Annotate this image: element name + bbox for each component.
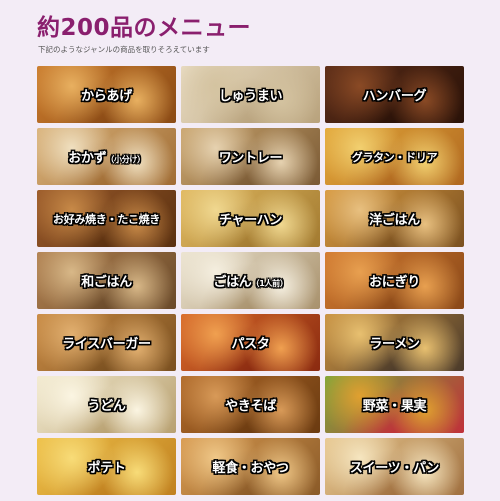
- menu-tile-label: グラタン・ドリア: [352, 149, 438, 165]
- menu-tile[interactable]: お好み焼き・たこ焼き: [37, 190, 176, 247]
- menu-tile-label: しゅうまい: [219, 85, 283, 104]
- menu-tile-label-main: 野菜・果実: [362, 399, 427, 414]
- menu-tile[interactable]: ハンバーグ: [325, 66, 464, 123]
- menu-tile-label: うどん: [87, 395, 125, 414]
- menu-tile-label-main: パスタ: [231, 337, 270, 352]
- menu-tile-label: ハンバーグ: [363, 85, 427, 104]
- menu-tile[interactable]: パスタ: [181, 314, 320, 371]
- menu-tile-label: からあげ: [81, 85, 132, 104]
- menu-tile[interactable]: 野菜・果実: [325, 376, 464, 433]
- menu-tile-label: 野菜・果実: [363, 395, 427, 414]
- menu-tile-label: 洋ごはん: [369, 209, 420, 228]
- menu-tile-label: チャーハン: [219, 209, 282, 228]
- menu-tile-label-main: ポテト: [87, 461, 126, 476]
- menu-tile-label-main: ラーメン: [369, 337, 420, 352]
- menu-tile-label-main: しゅうまい: [218, 89, 283, 104]
- menu-tile-label: おにぎり: [369, 271, 420, 290]
- menu-tile-label-main: ワントレー: [218, 151, 283, 166]
- menu-tile-label: ライスバーガー: [62, 333, 151, 352]
- menu-tile-label: スイーツ・パン: [349, 457, 440, 476]
- menu-tile-label-main: 洋ごはん: [369, 213, 420, 228]
- menu-tile-label-main: 和ごはん: [81, 275, 132, 290]
- menu-tile[interactable]: ポテト: [37, 438, 176, 495]
- menu-grid: からあげ しゅうまい ハンバーグおかず（小分け） ワントレー グラタン・ドリアお好み焼き…: [37, 66, 464, 495]
- page-title: 約200品のメニュー: [37, 15, 252, 41]
- menu-tile-label: ごはん（1人前）: [213, 271, 287, 290]
- menu-tile-label: おかず（小分け）: [68, 147, 145, 166]
- menu-tile-label: お好み焼き・たこ焼き: [53, 211, 160, 227]
- menu-tile-label-main: チャーハン: [218, 213, 283, 228]
- menu-tile-label-main: うどん: [87, 399, 126, 414]
- menu-tile[interactable]: しゅうまい: [181, 66, 320, 123]
- menu-tile-label-main: お好み焼き・たこ焼き: [53, 212, 160, 226]
- menu-tile-label: 和ごはん: [81, 271, 132, 290]
- menu-tile-label-main: おかず: [68, 151, 107, 166]
- menu-tile-label: ワントレー: [219, 147, 283, 166]
- menu-tile-label: ラーメン: [369, 333, 420, 352]
- menu-tile-label-main: やきそば: [225, 399, 276, 414]
- menu-tile[interactable]: グラタン・ドリア: [325, 128, 464, 185]
- menu-tile[interactable]: 和ごはん: [37, 252, 176, 309]
- menu-tile[interactable]: ワントレー: [181, 128, 320, 185]
- menu-tile-label-main: スイーツ・パン: [349, 461, 440, 476]
- menu-tile-label-sub: （1人前）: [251, 279, 288, 288]
- menu-tile-label: 軽食・おやつ: [212, 457, 289, 476]
- menu-tile[interactable]: ライスバーガー: [37, 314, 176, 371]
- menu-tile-label-main: おにぎり: [369, 275, 420, 290]
- menu-tile[interactable]: やきそば: [181, 376, 320, 433]
- menu-tile[interactable]: チャーハン: [181, 190, 320, 247]
- menu-tile[interactable]: スイーツ・パン: [325, 438, 464, 495]
- menu-tile[interactable]: おかず（小分け）: [37, 128, 176, 185]
- menu-tile-label-main: ライスバーガー: [62, 337, 151, 352]
- menu-tile-label: ポテト: [87, 457, 125, 476]
- menu-tile[interactable]: からあげ: [37, 66, 176, 123]
- menu-tile-label-sub: （小分け）: [106, 155, 145, 164]
- menu-tile-label-main: ハンバーグ: [362, 89, 427, 104]
- menu-tile[interactable]: ごはん（1人前）: [181, 252, 320, 309]
- menu-tile[interactable]: 軽食・おやつ: [181, 438, 320, 495]
- menu-tile-label: パスタ: [231, 333, 269, 352]
- menu-tile[interactable]: うどん: [37, 376, 176, 433]
- menu-tile-label-main: からあげ: [81, 89, 132, 104]
- menu-tile-label-main: 軽食・おやつ: [212, 461, 289, 476]
- page-subtitle: 下記のようなジャンルの商品を取りそろえています: [38, 45, 210, 54]
- menu-tile[interactable]: おにぎり: [325, 252, 464, 309]
- menu-tile-label-main: ごはん: [213, 275, 252, 290]
- menu-tile[interactable]: 洋ごはん: [325, 190, 464, 247]
- menu-tile-label: やきそば: [225, 395, 276, 414]
- menu-tile[interactable]: ラーメン: [325, 314, 464, 371]
- menu-tile-label-main: グラタン・ドリア: [351, 150, 438, 164]
